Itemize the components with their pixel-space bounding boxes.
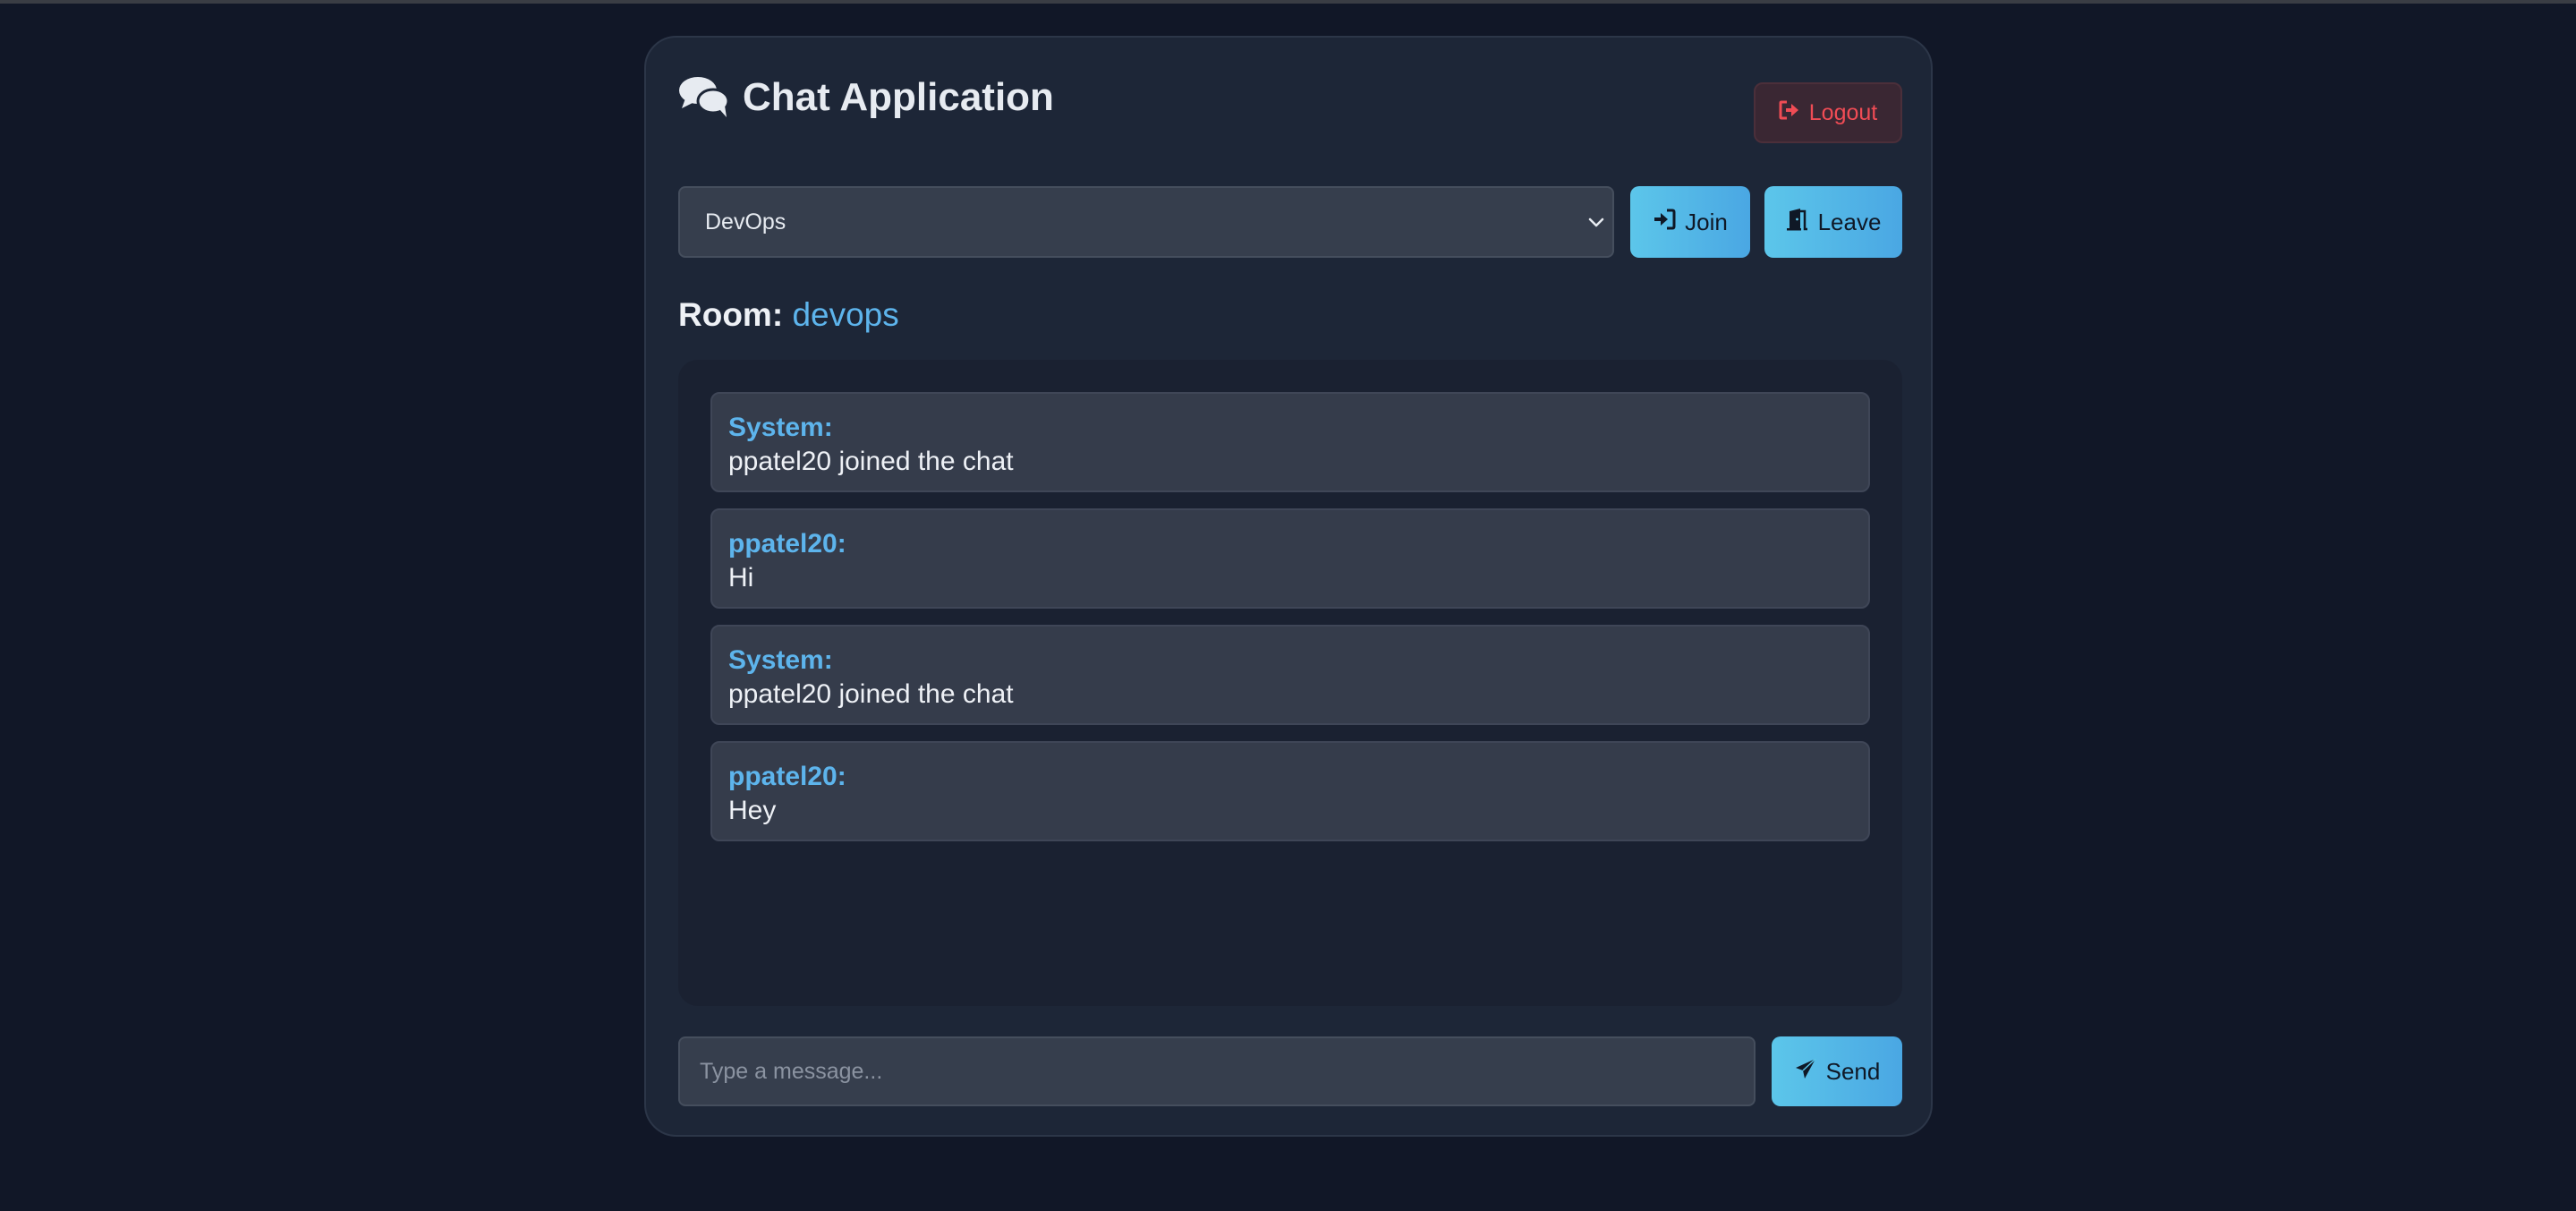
- join-button[interactable]: Join: [1630, 186, 1750, 258]
- comments-icon: [678, 75, 730, 118]
- chevron-down-icon: [1586, 211, 1607, 233]
- message-sender: System:: [728, 645, 833, 675]
- room-name: devops: [792, 296, 899, 333]
- chat-card: Chat Application Logout DevOps Join Leav…: [644, 36, 1933, 1137]
- sign-out-icon: [1779, 100, 1800, 126]
- message-text: Hey: [728, 796, 777, 825]
- door-open-icon: [1786, 208, 1809, 237]
- message-sender: ppatel20:: [728, 762, 846, 791]
- message-item: System: ppatel20 joined the chat: [710, 392, 1870, 492]
- message-item: ppatel20: Hey: [710, 741, 1870, 841]
- room-label: Room:: [678, 296, 784, 333]
- room-select-value: DevOps: [705, 209, 786, 235]
- logout-button[interactable]: Logout: [1754, 82, 1902, 143]
- message-item: System: ppatel20 joined the chat: [710, 625, 1870, 725]
- message-list[interactable]: System: ppatel20 joined the chat ppatel2…: [678, 360, 1902, 1006]
- leave-label: Leave: [1817, 208, 1882, 235]
- message-input[interactable]: [678, 1036, 1756, 1106]
- send-label: Send: [1825, 1057, 1881, 1085]
- leave-button[interactable]: Leave: [1764, 186, 1902, 258]
- browser-top-border: [0, 0, 2576, 4]
- logout-label: Logout: [1808, 99, 1878, 125]
- message-text: Hi: [728, 563, 754, 593]
- message-text: ppatel20 joined the chat: [728, 679, 1014, 709]
- sign-in-icon: [1653, 209, 1676, 236]
- room-heading: Room: devops: [678, 294, 899, 337]
- message-sender: System:: [728, 413, 833, 442]
- send-button[interactable]: Send: [1772, 1036, 1902, 1106]
- message-sender: ppatel20:: [728, 529, 846, 559]
- join-label: Join: [1685, 208, 1728, 235]
- message-item: ppatel20: Hi: [710, 508, 1870, 609]
- room-select[interactable]: DevOps: [678, 186, 1614, 258]
- message-text: ppatel20 joined the chat: [728, 447, 1014, 476]
- app-title: Chat Application: [743, 75, 1054, 119]
- paper-plane-icon: [1794, 1057, 1817, 1087]
